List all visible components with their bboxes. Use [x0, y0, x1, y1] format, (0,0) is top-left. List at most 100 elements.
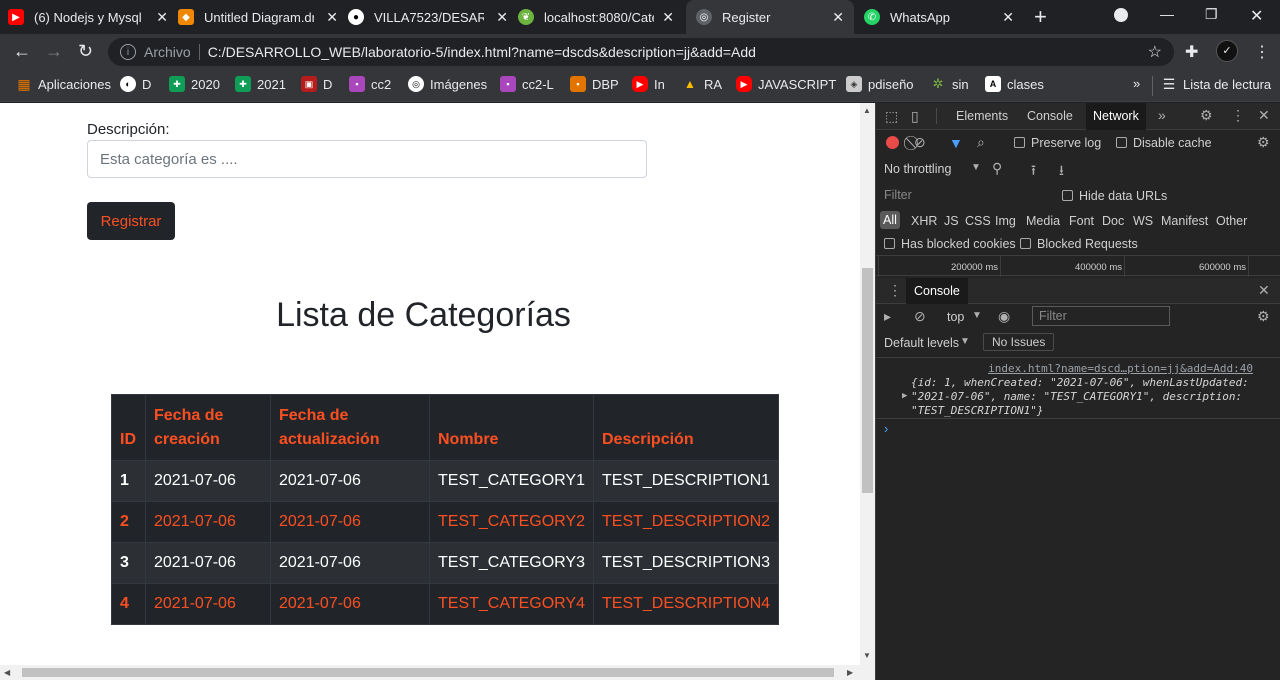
drawer-menu-icon[interactable]: ⋮ — [888, 282, 902, 299]
network-timeline-overview[interactable]: 200000 ms 400000 ms 600000 ms — [876, 255, 1280, 277]
checkbox[interactable] — [1062, 190, 1073, 201]
checkbox[interactable] — [1014, 137, 1025, 148]
new-tab-button[interactable]: + — [1034, 4, 1047, 30]
issues-button[interactable]: No Issues — [983, 333, 1055, 351]
tab-console[interactable]: Console — [1027, 109, 1073, 123]
throttling-select[interactable]: No throttling — [884, 162, 951, 176]
tab-search-icon[interactable] — [1114, 8, 1128, 22]
scroll-right-arrow-icon[interactable]: ▶ — [847, 668, 853, 677]
network-filter-input[interactable]: Filter — [880, 185, 1043, 205]
bookmark-item[interactable]: Aclases — [985, 76, 1044, 92]
has-blocked-cookies-checkbox[interactable]: Has blocked cookies — [884, 237, 1016, 251]
console-prompt-icon[interactable]: › — [884, 421, 888, 436]
type-filter-js[interactable]: JS — [944, 214, 959, 228]
forward-button[interactable]: → — [45, 41, 63, 62]
reading-list-button[interactable]: ☰ Lista de lectura — [1161, 76, 1271, 92]
scroll-left-arrow-icon[interactable]: ◀ — [4, 668, 10, 677]
type-filter-xhr[interactable]: XHR — [911, 214, 937, 228]
settings-gear-icon[interactable]: ⚙ — [1200, 107, 1213, 124]
browser-tab[interactable]: ◆ Untitled Diagram.dr ✕ — [178, 0, 348, 34]
bookmark-item[interactable]: ▲ RA — [682, 76, 722, 92]
live-expression-eye-icon[interactable]: ◉ — [998, 308, 1010, 325]
address-bar[interactable]: i Archivo C:/DESARROLLO_WEB/laboratorio-… — [108, 38, 1174, 66]
export-har-icon[interactable]: ⭳ — [1059, 160, 1064, 184]
expand-triangle-icon[interactable]: ▶ — [902, 391, 907, 401]
browser-tab-active[interactable]: ◎ Register ✕ — [686, 0, 854, 34]
scroll-up-arrow-icon[interactable]: ▲ — [863, 106, 871, 115]
description-input[interactable]: Esta categoría es .... — [87, 140, 647, 178]
restore-button[interactable]: ❐ — [1205, 6, 1218, 23]
chevron-down-icon[interactable]: ▼ — [972, 310, 982, 321]
bookmark-item[interactable]: ▦ Aplicaciones — [16, 76, 111, 92]
inspect-element-icon[interactable]: ⬚ — [885, 108, 898, 125]
type-filter-css[interactable]: CSS — [965, 214, 991, 228]
bookmark-item[interactable]: ▪ DBP — [570, 76, 619, 92]
close-icon[interactable]: ✕ — [662, 9, 674, 26]
log-source-link[interactable]: index.html?name=dscd…ption=jj&add=Add:40 — [988, 362, 1253, 375]
checkbox[interactable] — [1116, 137, 1127, 148]
blocked-requests-checkbox[interactable]: Blocked Requests — [1020, 237, 1138, 251]
type-filter-media[interactable]: Media — [1026, 214, 1060, 228]
more-tabs-icon[interactable]: » — [1158, 107, 1166, 123]
browser-tab[interactable]: ❦ localhost:8080/Cate ✕ — [518, 0, 684, 34]
preserve-log-checkbox[interactable]: Preserve log — [1014, 136, 1101, 150]
default-levels-select[interactable]: Default levels — [884, 336, 959, 350]
console-filter-input[interactable]: Filter — [1032, 306, 1170, 326]
type-filter-font[interactable]: Font — [1069, 214, 1094, 228]
sidebar-toggle-icon[interactable]: ▸ — [884, 308, 891, 325]
type-filter-img[interactable]: Img — [995, 214, 1016, 228]
profile-avatar[interactable]: ✓ — [1216, 40, 1238, 62]
browser-tab[interactable]: ▶ (6) Nodejs y Mysql I ✕ — [8, 0, 178, 34]
checkbox[interactable] — [884, 238, 895, 249]
scrollbar-thumb[interactable] — [862, 268, 873, 493]
page-vertical-scrollbar[interactable]: ▲ ▼ — [860, 103, 875, 665]
bookmark-item[interactable]: ▪ cc2-L — [500, 76, 554, 92]
type-filter-doc[interactable]: Doc — [1102, 214, 1124, 228]
more-options-icon[interactable]: ⋮ — [1231, 107, 1245, 124]
close-icon[interactable]: ✕ — [496, 9, 508, 26]
back-button[interactable]: ← — [13, 41, 31, 62]
type-filter-other[interactable]: Other — [1216, 214, 1247, 228]
record-icon[interactable] — [886, 136, 899, 149]
bookmark-item[interactable]: ✲ sin — [930, 76, 969, 92]
menu-icon[interactable]: ⋮ — [1254, 42, 1270, 62]
scroll-down-arrow-icon[interactable]: ▼ — [863, 651, 871, 660]
bookmark-item[interactable]: ▶ JAVASCRIPT — [736, 76, 836, 92]
bookmark-star-icon[interactable]: ☆ — [1148, 42, 1162, 62]
checkbox[interactable] — [1020, 238, 1031, 249]
register-button[interactable]: Registrar — [87, 202, 175, 240]
console-settings-icon[interactable]: ⚙ — [1257, 308, 1270, 325]
disable-cache-checkbox[interactable]: Disable cache — [1116, 136, 1212, 150]
close-icon[interactable]: ✕ — [326, 9, 338, 26]
extensions-icon[interactable]: ✚ — [1185, 42, 1198, 62]
tab-network[interactable]: Network — [1086, 103, 1146, 130]
close-icon[interactable]: ✕ — [1002, 9, 1014, 26]
network-settings-icon[interactable]: ⚙ — [1257, 134, 1270, 151]
url-text[interactable]: C:/DESARROLLO_WEB/laboratorio-5/index.ht… — [208, 44, 756, 60]
browser-tab[interactable]: ● VILLA7523/DESARR ✕ — [348, 0, 518, 34]
reload-button[interactable]: ↻ — [78, 41, 93, 62]
bookmark-item[interactable]: ◈ pdiseño — [846, 76, 914, 92]
bookmark-item[interactable]: ▪ cc2 — [349, 76, 391, 92]
tab-elements[interactable]: Elements — [956, 109, 1008, 123]
hide-data-urls-checkbox[interactable]: Hide data URLs — [1062, 189, 1167, 203]
type-filter-all[interactable]: All — [880, 211, 900, 229]
bookmark-item[interactable]: ✚ 2020 — [169, 76, 220, 92]
close-drawer-icon[interactable]: ✕ — [1258, 282, 1270, 299]
chevron-down-icon[interactable]: ▼ — [960, 336, 970, 347]
bookmark-item[interactable]: ▣ D — [301, 76, 332, 92]
clear-console-icon[interactable]: ⊘ — [914, 308, 926, 325]
type-filter-manifest[interactable]: Manifest — [1161, 214, 1208, 228]
bookmark-item[interactable]: ▶ In — [632, 76, 665, 92]
type-filter-ws[interactable]: WS — [1133, 214, 1153, 228]
device-toolbar-icon[interactable]: ▯ — [911, 108, 919, 125]
filter-icon[interactable]: ▼ — [949, 135, 963, 151]
page-horizontal-scrollbar[interactable]: ◀ ▶ — [0, 665, 875, 680]
bookmarks-overflow-button[interactable]: » — [1133, 76, 1140, 91]
chevron-down-icon[interactable]: ▼ — [971, 162, 981, 173]
search-icon[interactable]: ⌕ — [977, 134, 985, 151]
minimize-button[interactable]: — — [1160, 6, 1174, 22]
close-icon[interactable]: ✕ — [156, 9, 168, 26]
drawer-tab-console[interactable]: Console — [906, 278, 968, 304]
network-conditions-icon[interactable]: ⚲ — [992, 160, 1002, 177]
